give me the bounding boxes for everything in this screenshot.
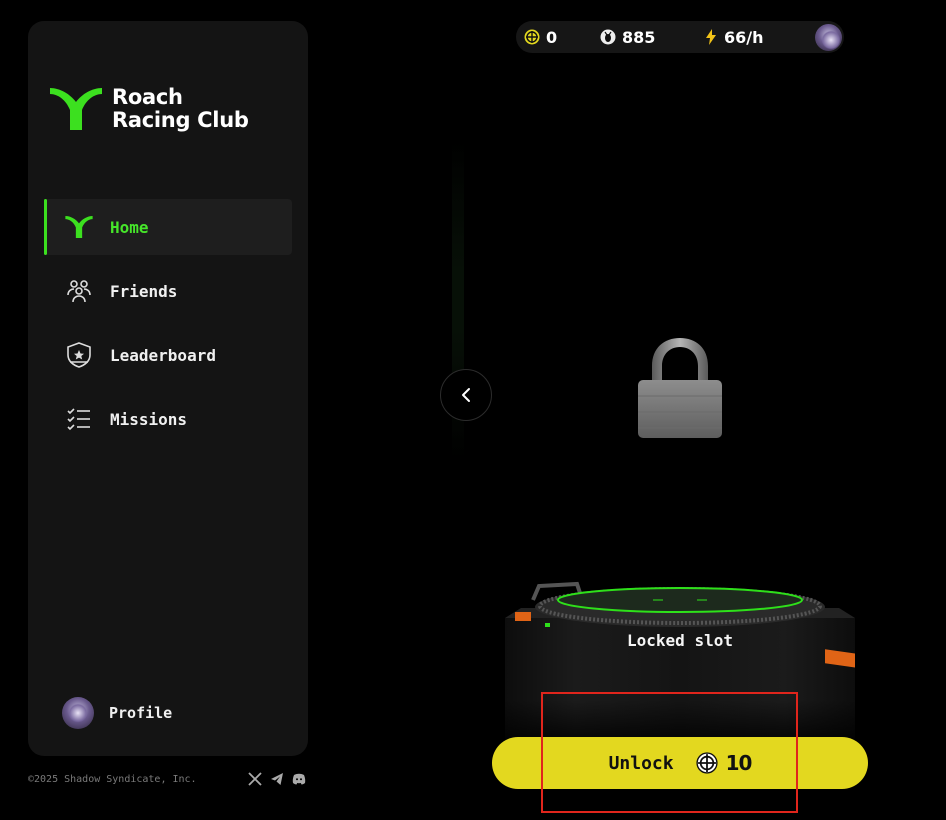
- roach-logo-icon: [50, 88, 102, 130]
- unlock-cost-value: 10: [725, 751, 753, 775]
- telegram-icon[interactable]: [270, 772, 284, 786]
- sidebar-item-missions[interactable]: Missions: [44, 391, 292, 447]
- copyright-text: ©2025 Shadow Syndicate, Inc.: [28, 774, 197, 785]
- brand-name-line2: Racing Club: [112, 108, 249, 132]
- slot-status-label: Locked slot: [627, 631, 733, 650]
- sidebar-item-label: Home: [110, 217, 149, 237]
- lock-icon: [636, 334, 724, 444]
- token-balance: 0: [524, 28, 557, 47]
- unlock-slot-button[interactable]: Unlock 10: [492, 737, 868, 789]
- rate-value: 66/h: [724, 27, 764, 47]
- brand-logo[interactable]: Roach Racing Club: [48, 86, 249, 132]
- token-icon: [696, 752, 718, 774]
- token-value: 0: [546, 27, 558, 47]
- sidebar-item-label: Missions: [110, 409, 188, 429]
- sidebar-nav: Home Friends Leaderboard Missions: [44, 199, 292, 455]
- roach-logo-icon: [64, 212, 94, 242]
- sidebar-item-leaderboard[interactable]: Leaderboard: [44, 327, 292, 383]
- roach-value: 885: [622, 27, 656, 47]
- slot-platform: [503, 580, 857, 750]
- social-links: [248, 772, 306, 786]
- profile-label: Profile: [109, 704, 173, 722]
- token-icon: [524, 29, 540, 45]
- lightning-icon: [706, 29, 716, 45]
- unlock-label: Unlock: [608, 752, 674, 774]
- earning-rate: 66/h: [704, 28, 764, 47]
- chevron-left-icon: [462, 388, 470, 402]
- avatar: [62, 697, 94, 729]
- sidebar-item-friends[interactable]: Friends: [44, 263, 292, 319]
- sidebar: Roach Racing Club Home Friends Leaderboa…: [28, 21, 308, 756]
- user-avatar[interactable]: [815, 24, 842, 51]
- discord-icon[interactable]: [292, 772, 306, 786]
- x-icon[interactable]: [248, 772, 262, 786]
- leaderboard-icon: [64, 340, 94, 370]
- roach-balance: 885: [600, 28, 655, 47]
- unlock-cost: 10: [696, 751, 752, 775]
- roach-coin-icon: [600, 29, 616, 45]
- friends-icon: [64, 276, 94, 306]
- sidebar-item-label: Leaderboard: [110, 345, 216, 365]
- sidebar-item-home[interactable]: Home: [44, 199, 292, 255]
- profile-link[interactable]: Profile: [62, 697, 172, 729]
- brand-name-line1: Roach: [112, 85, 183, 109]
- previous-slot-button[interactable]: [440, 369, 492, 421]
- missions-icon: [64, 404, 94, 434]
- stats-bar: 0 885 66/h: [516, 21, 844, 53]
- sidebar-item-label: Friends: [110, 281, 178, 301]
